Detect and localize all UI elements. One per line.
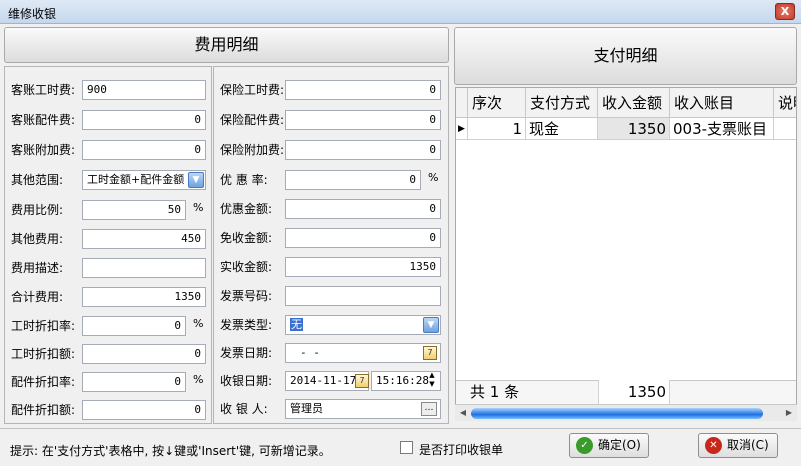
payment-grid[interactable]: 序次 支付方式 收入金额 收入账目 说明 ▶ 1 现金 1350 003-支票账… xyxy=(455,87,797,419)
labor-discount-rate-unit: % xyxy=(193,317,204,330)
time-spinner-icon[interactable]: ▲ ▼ xyxy=(425,371,439,391)
window-title: 维修收银 xyxy=(8,7,57,21)
fee-ratio-label: 费用比例: xyxy=(11,203,64,217)
cancel-button-label: 取消(C) xyxy=(727,438,769,452)
labor-discount-amount-label: 工时折扣额: xyxy=(11,347,76,361)
row-seq-cell[interactable]: 1 xyxy=(468,118,526,140)
insurance-extra-input[interactable]: 0 xyxy=(285,140,441,160)
discount-amount-input[interactable]: 0 xyxy=(285,199,441,219)
fee-desc-input[interactable] xyxy=(82,258,206,278)
parts-discount-amount-label: 配件折扣额: xyxy=(11,403,76,417)
row-note-cell[interactable] xyxy=(774,118,796,140)
invoice-number-input[interactable] xyxy=(285,286,441,306)
insurance-parts-input[interactable]: 0 xyxy=(285,110,441,130)
insurance-labor-input[interactable]: 0 xyxy=(285,80,441,100)
discount-rate-input[interactable]: 0 xyxy=(285,170,421,190)
customer-parts-input[interactable]: 0 xyxy=(82,110,206,130)
col-method-header[interactable]: 支付方式 xyxy=(526,88,598,118)
insurance-labor-label: 保险工时费: xyxy=(220,83,285,97)
total-amount: 1350 xyxy=(598,380,670,404)
fee-ratio-input[interactable]: 50 xyxy=(82,200,186,220)
other-scope-label: 其他范围: xyxy=(11,173,64,187)
customer-labor-label: 客账工时费: xyxy=(11,83,76,97)
cashier-label: 收 银 人: xyxy=(220,402,268,416)
row-method-cell[interactable]: 现金 xyxy=(526,118,598,140)
row-amount-cell[interactable]: 1350 xyxy=(598,118,670,140)
other-fee-label: 其他费用: xyxy=(11,232,64,246)
customer-extra-label: 客账附加费: xyxy=(11,143,76,157)
invoice-type-select[interactable]: 无 ▼ xyxy=(285,315,441,335)
print-receipt-label[interactable]: 是否打印收银单 xyxy=(419,441,503,458)
customer-labor-input[interactable]: 900 xyxy=(82,80,206,100)
labor-discount-rate-label: 工时折扣率: xyxy=(11,319,76,333)
cashier-input[interactable]: 管理员 xyxy=(285,399,441,419)
calendar-icon[interactable]: 7 xyxy=(423,346,437,360)
browse-button[interactable]: … xyxy=(421,402,437,416)
row-indicator-header xyxy=(456,88,468,118)
cancel-button[interactable]: ✕ 取消(C) xyxy=(698,433,778,458)
parts-discount-rate-unit: % xyxy=(193,373,204,386)
col-seq-header[interactable]: 序次 xyxy=(468,88,526,118)
discount-rate-label: 优 惠 率: xyxy=(220,173,268,187)
status-bar: 提示: 在'支付方式'表格中, 按↓键或'Insert'键, 可新增记录。 是否… xyxy=(0,428,801,466)
customer-extra-input[interactable]: 0 xyxy=(82,140,206,160)
insurance-extra-label: 保险附加费: xyxy=(220,143,285,157)
invoice-date-input[interactable]: - - xyxy=(285,343,441,363)
calendar-icon[interactable]: 7 xyxy=(355,374,369,388)
col-account-header[interactable]: 收入账目 xyxy=(670,88,774,118)
close-button[interactable]: X xyxy=(775,3,795,20)
scroll-left-icon[interactable]: ◀ xyxy=(457,407,469,419)
invoice-type-value: 无 xyxy=(290,318,303,331)
total-fee-label: 合计费用: xyxy=(11,290,64,304)
chevron-down-icon[interactable]: ▼ xyxy=(188,172,204,188)
cancel-icon: ✕ xyxy=(705,437,722,454)
title-bar: 维修收银 X xyxy=(0,0,801,24)
actual-received-input[interactable]: 1350 xyxy=(285,257,441,277)
scroll-right-icon[interactable]: ▶ xyxy=(783,407,795,419)
col-amount-header[interactable]: 收入金额 xyxy=(598,88,670,118)
actual-received-label: 实收金额: xyxy=(220,260,273,274)
discount-amount-label: 优惠金额: xyxy=(220,202,273,216)
payment-panel-title: 支付明细 xyxy=(593,46,658,65)
labor-discount-amount-input[interactable]: 0 xyxy=(82,344,206,364)
invoice-type-label: 发票类型: xyxy=(220,318,273,332)
fee-left-group: 客账工时费: 900 客账配件费: 0 客账附加费: 0 其他范围: 工时金额+… xyxy=(4,66,212,424)
customer-parts-label: 客账配件费: xyxy=(11,113,76,127)
chevron-down-icon[interactable]: ▼ xyxy=(423,317,439,333)
fee-ratio-unit: % xyxy=(193,201,204,214)
scroll-thumb[interactable] xyxy=(471,408,763,419)
grid-hscrollbar[interactable]: ◀ ▶ xyxy=(455,404,797,421)
invoice-number-label: 发票号码: xyxy=(220,289,273,303)
record-count: 共 1 条 xyxy=(470,383,520,401)
invoice-date-label: 发票日期: xyxy=(220,346,273,360)
other-scope-select[interactable]: 工时金额+配件金额 ▼ xyxy=(82,170,206,190)
labor-discount-rate-input[interactable]: 0 xyxy=(82,316,186,336)
waived-amount-label: 免收金额: xyxy=(220,231,273,245)
fee-panel-header: 费用明细 xyxy=(4,27,449,63)
ok-button[interactable]: ✓ 确定(O) xyxy=(569,433,649,458)
waived-amount-input[interactable]: 0 xyxy=(285,228,441,248)
parts-discount-rate-input[interactable]: 0 xyxy=(82,372,186,392)
payment-panel-header: 支付明细 xyxy=(454,27,797,85)
fee-panel-title: 费用明细 xyxy=(194,35,259,54)
ok-button-label: 确定(O) xyxy=(598,438,641,452)
discount-rate-unit: % xyxy=(428,171,439,184)
col-note-header[interactable]: 说明 xyxy=(774,88,796,118)
close-icon: X xyxy=(780,5,790,18)
print-receipt-checkbox[interactable] xyxy=(400,441,413,454)
current-row-icon: ▶ xyxy=(456,118,468,140)
insurance-parts-label: 保险配件费: xyxy=(220,113,285,127)
parts-discount-amount-input[interactable]: 0 xyxy=(82,400,206,420)
row-account-cell[interactable]: 003-支票账目 xyxy=(670,118,774,140)
fee-desc-label: 费用描述: xyxy=(11,261,64,275)
other-scope-value: 工时金额+配件金额 xyxy=(87,173,185,186)
other-fee-input[interactable]: 450 xyxy=(82,229,206,249)
hint-text: 提示: 在'支付方式'表格中, 按↓键或'Insert'键, 可新增记录。 xyxy=(10,444,331,458)
total-fee-input[interactable]: 1350 xyxy=(82,287,206,307)
fee-right-group: 保险工时费: 0 保险配件费: 0 保险附加费: 0 优 惠 率: 0 % 优惠… xyxy=(213,66,449,424)
check-icon: ✓ xyxy=(576,437,593,454)
parts-discount-rate-label: 配件折扣率: xyxy=(11,375,76,389)
cashier-date-label: 收银日期: xyxy=(220,374,273,388)
